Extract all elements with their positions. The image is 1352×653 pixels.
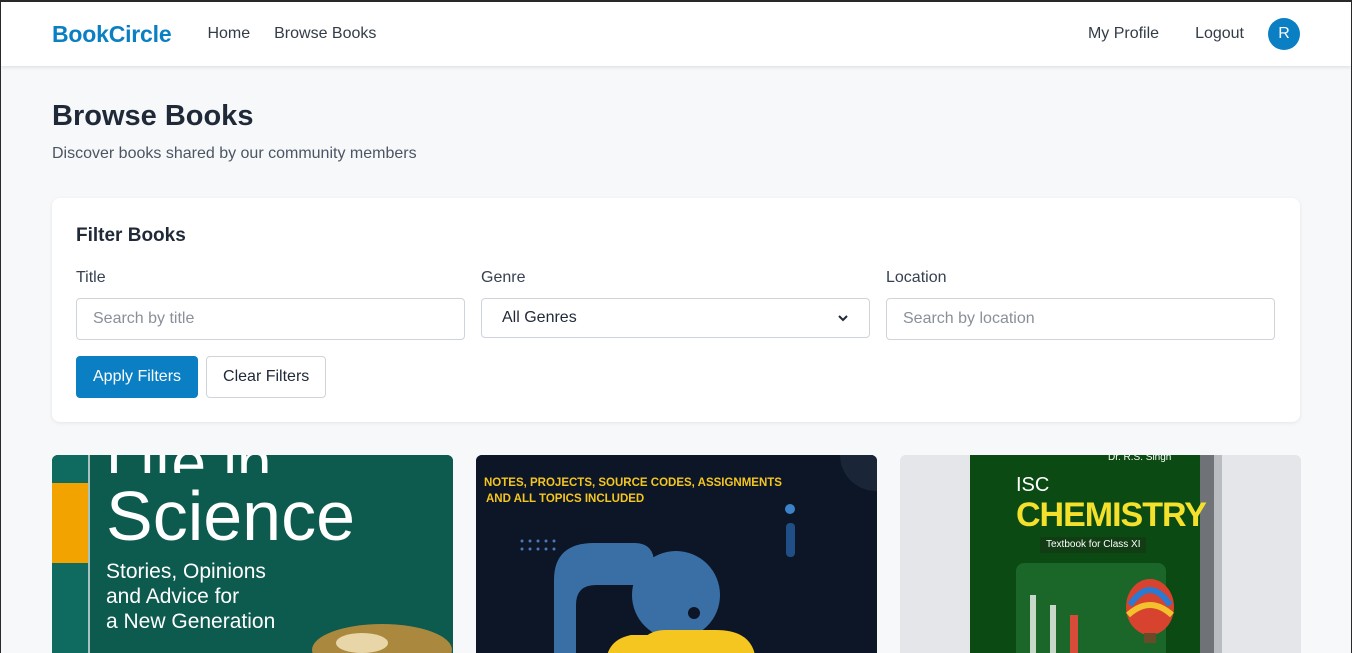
nav-home-link[interactable]: Home [207,25,250,43]
book-cover-text: Life in [106,455,355,473]
book-card[interactable]: Life in Science Stories, Opinions and Ad… [52,455,453,653]
book-cover-text: NOTES, PROJECTS, SOURCE CODES, ASSIGNMEN… [484,477,782,489]
my-profile-link[interactable]: My Profile [1088,25,1159,43]
title-search-input[interactable] [76,298,465,340]
filter-button-row: Apply Filters Clear Filters [76,356,1276,398]
logout-link[interactable]: Logout [1195,25,1244,43]
top-navbar: BookCircle Home Browse Books My Profile … [1,2,1351,66]
location-search-input[interactable] [886,298,1275,340]
page-header: Browse Books Discover books shared by ou… [1,66,1351,163]
title-label: Title [76,269,106,286]
book-card[interactable]: Dr. R.S. Singh ISC CHEMISTRY Textbook fo… [900,455,1301,653]
clear-filters-button[interactable]: Clear Filters [206,356,327,398]
location-filter-group: Location [886,269,1275,340]
page-subtitle: Discover books shared by our community m… [52,145,417,162]
avatar[interactable]: R [1268,18,1300,50]
page-title: Browse Books [52,100,254,132]
genre-select[interactable]: All Genres [481,298,870,338]
book-cover-text: Dr. R.S. Singh [1108,455,1172,463]
book-cover-text: Science [106,477,356,555]
book-cover-text: and Advice for [106,585,240,608]
filter-heading: Filter Books [76,225,186,246]
book-cover-text: Stories, Opinions [106,560,266,583]
book-cover-text: ISC [1016,474,1050,496]
brand-logo[interactable]: BookCircle [52,21,172,48]
book-card[interactable]: NOTES, PROJECTS, SOURCE CODES, ASSIGNMEN… [476,455,877,653]
genre-filter-group: Genre All Genres [481,269,870,340]
nav-right-group: My Profile Logout R [1052,18,1300,50]
genre-label: Genre [481,269,526,286]
location-label: Location [886,269,947,286]
nav-browse-books-link[interactable]: Browse Books [274,25,376,43]
chevron-down-icon [838,315,848,322]
book-cover-text: Textbook for Class XI [1040,537,1147,553]
genre-selected-value: All Genres [502,309,577,326]
book-cover-text: CHEMISTRY [1016,496,1207,534]
filter-fields-row: Title Genre All Genres Location [76,269,1276,340]
apply-filters-button[interactable]: Apply Filters [76,356,199,398]
book-cover-text: a New Generation [106,610,276,633]
book-grid: Life in Science Stories, Opinions and Ad… [52,455,1301,653]
filter-card: Filter Books Title Genre All Genres Loca… [52,198,1300,422]
book-cover-text: AND ALL TOPICS INCLUDED [486,493,645,505]
title-filter-group: Title [76,269,465,340]
